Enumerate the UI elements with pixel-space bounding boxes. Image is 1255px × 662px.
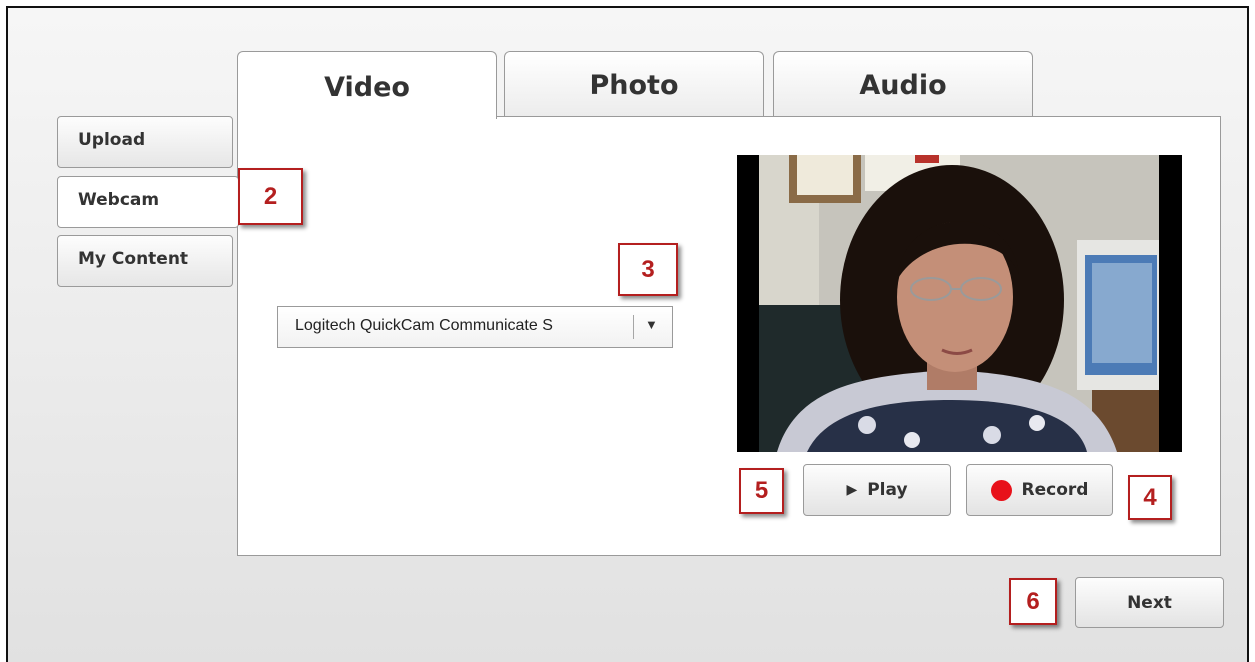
tab-photo[interactable]: Photo [504,51,764,117]
tab-audio[interactable]: Audio [773,51,1033,117]
callout-5: 5 [739,468,784,514]
camera-select-value: Logitech QuickCam Communicate S [295,317,553,334]
camera-select[interactable]: Logitech QuickCam Communicate S ▼ [277,306,673,348]
callout-3: 3 [618,243,678,296]
record-dot-icon [990,479,1012,501]
play-button[interactable]: ▶ Play [803,464,951,516]
webcam-preview [737,155,1182,452]
play-label: Play [867,480,908,500]
next-label: Next [1127,592,1172,613]
callout-6: 6 [1009,578,1057,625]
callout-2: 2 [238,168,303,225]
dropdown-arrow-icon[interactable]: ▼ [645,317,658,332]
sidebar-item-my-content[interactable]: My Content [57,235,233,287]
callout-4: 4 [1128,475,1172,520]
play-icon: ▶ [846,482,858,498]
record-button[interactable]: Record [966,464,1113,516]
select-divider [633,315,634,339]
tab-video[interactable]: Video [237,51,497,119]
sidebar-item-upload[interactable]: Upload [57,116,233,168]
webcam-frame-image [737,155,1182,452]
sidebar-item-webcam[interactable]: Webcam [57,176,239,228]
next-button[interactable]: Next [1075,577,1224,628]
record-label: Record [1021,480,1089,500]
